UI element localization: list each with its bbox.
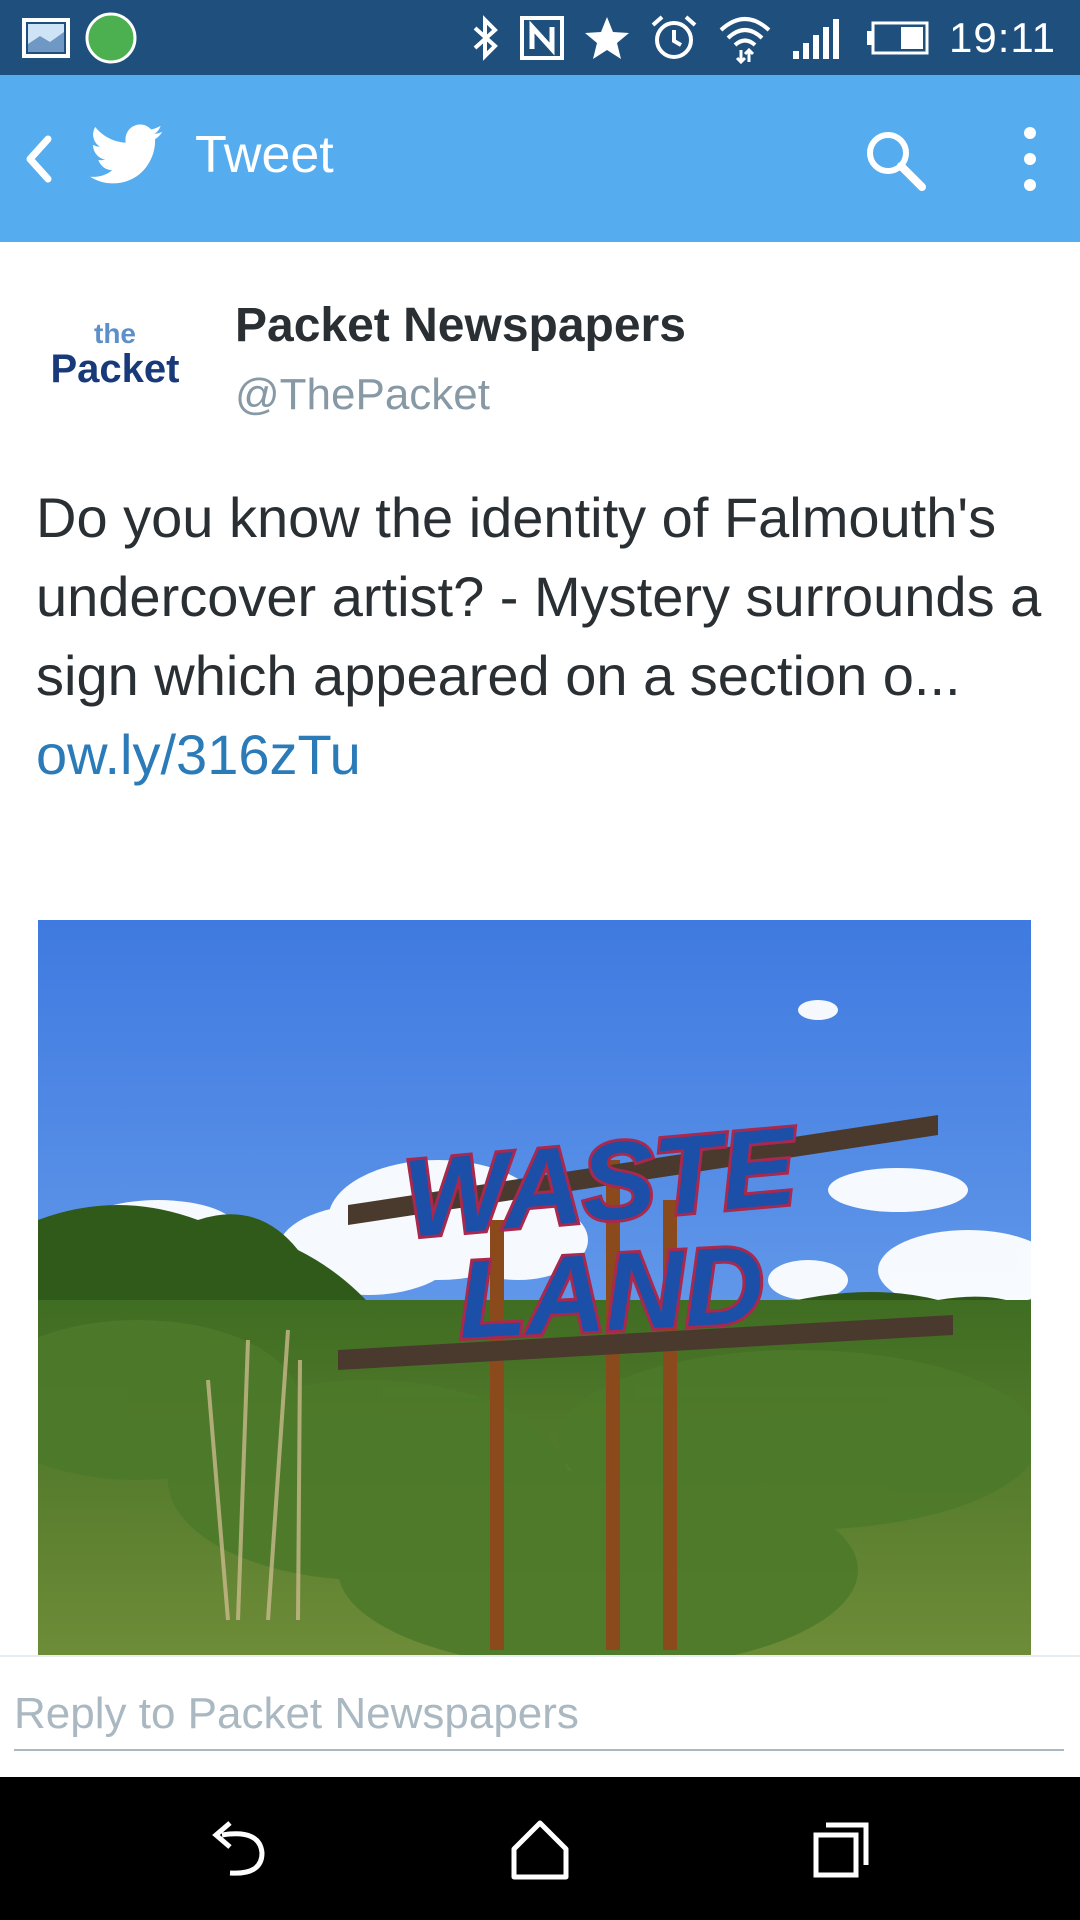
author-name[interactable]: Packet Newspapers (235, 298, 686, 353)
alarm-icon (651, 15, 697, 59)
avatar-line-the: the (94, 318, 136, 349)
green-dot-icon (85, 12, 137, 64)
star-icon (585, 16, 629, 59)
recents-nav-icon[interactable] (800, 1809, 880, 1889)
search-icon[interactable] (862, 127, 928, 193)
navigation-bar (0, 1777, 1080, 1920)
app-bar: Tweet (0, 75, 1080, 242)
author-handle[interactable]: @ThePacket (235, 370, 490, 420)
status-bar-right: 19:11 (469, 0, 1056, 75)
image-icon (22, 18, 70, 58)
reply-bar (0, 1655, 1080, 1779)
battery-icon (867, 21, 929, 54)
tweet-body: Do you know the identity of Falmouth's u… (36, 486, 1042, 707)
bluetooth-icon (473, 14, 498, 61)
status-bar: 19:11 (0, 0, 1080, 75)
status-time: 19:11 (949, 13, 1056, 61)
back-icon[interactable] (18, 129, 58, 189)
tweet-image[interactable]: WASTE LAND (38, 920, 1031, 1655)
wifi-icon (719, 16, 771, 64)
more-icon[interactable] (1015, 123, 1045, 195)
tweet-text: Do you know the identity of Falmouth's u… (36, 478, 1046, 794)
twitter-bird-icon[interactable] (90, 123, 164, 187)
tweet-link[interactable]: ow.ly/316zTu (36, 723, 361, 786)
home-nav-icon[interactable] (500, 1809, 580, 1889)
tweet-photo: WASTE LAND (38, 920, 1031, 1655)
reply-input[interactable] (14, 1679, 1064, 1751)
sign-line-land: LAND (455, 1223, 767, 1362)
nfc-icon (520, 15, 564, 60)
sign-text: WASTE LAND (397, 1101, 807, 1365)
page-title: Tweet (195, 126, 334, 184)
status-bar-left (22, 8, 138, 68)
back-nav-icon[interactable] (200, 1809, 280, 1889)
signal-icon (793, 18, 839, 59)
avatar-line-packet: Packet (50, 347, 180, 391)
avatar[interactable]: the Packet (30, 300, 200, 410)
